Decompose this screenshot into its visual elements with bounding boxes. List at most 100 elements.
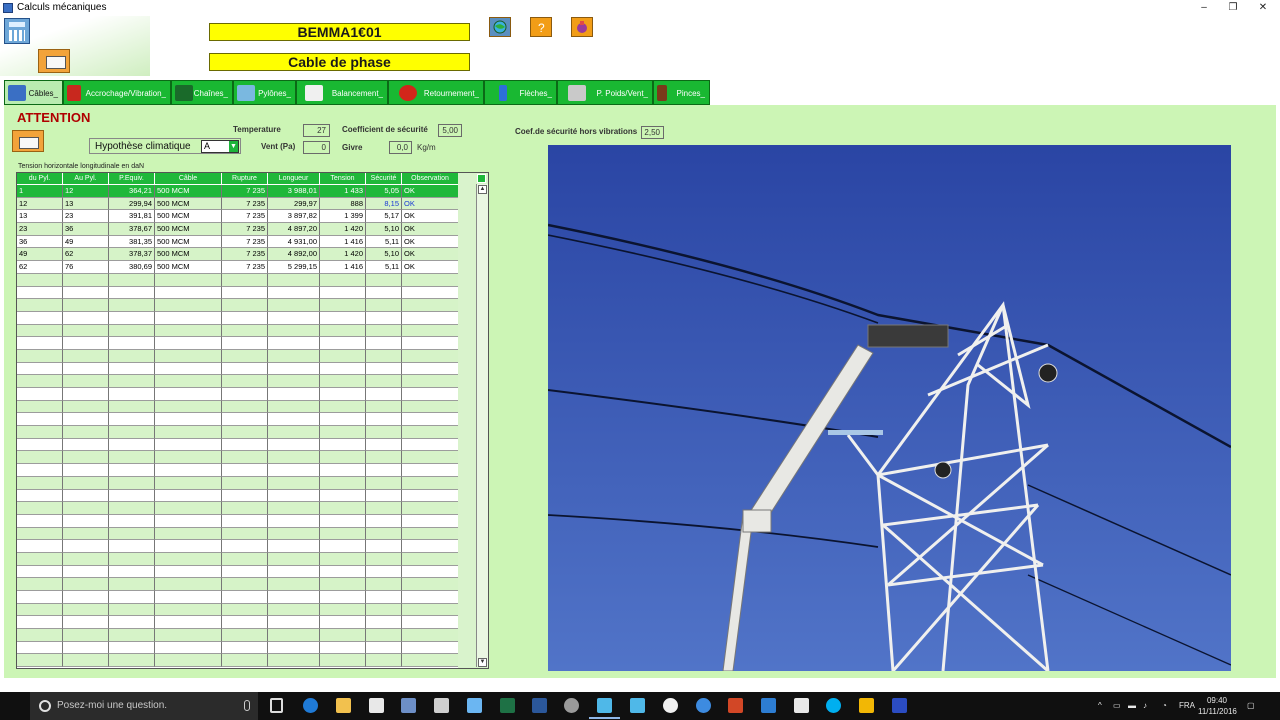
table-cell[interactable] [17, 552, 63, 566]
table-cell[interactable] [402, 451, 459, 465]
volume-icon[interactable]: ♪ [1143, 701, 1147, 710]
table-cell[interactable] [366, 299, 402, 312]
table-cell[interactable] [109, 616, 155, 630]
table-cell[interactable] [109, 641, 155, 655]
coef-securite-field[interactable]: 5,00 [438, 124, 462, 137]
table-cell[interactable] [17, 616, 63, 630]
store-icon[interactable] [369, 698, 384, 713]
table-cell[interactable] [268, 311, 320, 325]
table-cell[interactable] [17, 603, 63, 617]
table-cell[interactable] [63, 629, 109, 642]
table-cell[interactable]: 3 988,01 [268, 185, 320, 198]
microphone-icon[interactable] [244, 700, 250, 711]
table-cell[interactable] [320, 552, 366, 566]
table-cell[interactable] [222, 299, 268, 312]
table-cell[interactable]: 4 897,20 [268, 223, 320, 236]
table-cell[interactable] [320, 578, 366, 591]
app-icon-3[interactable] [564, 698, 579, 713]
table-cell[interactable] [366, 552, 402, 566]
table-cell[interactable]: 23 [17, 223, 63, 236]
table-cell[interactable] [63, 388, 109, 401]
table-cell[interactable] [268, 362, 320, 376]
table-cell[interactable] [17, 464, 63, 477]
table-cell[interactable] [222, 324, 268, 338]
table-cell[interactable] [222, 464, 268, 477]
table-cell[interactable] [320, 540, 366, 553]
table-cell[interactable]: 500 MCM [155, 210, 222, 224]
table-cell[interactable] [17, 527, 63, 541]
table-row[interactable] [17, 616, 459, 630]
table-cell[interactable] [63, 400, 109, 414]
table-cell[interactable] [268, 273, 320, 287]
table-cell[interactable] [402, 337, 459, 350]
table-cell[interactable] [320, 299, 366, 312]
table-cell[interactable] [109, 362, 155, 376]
table-cell[interactable] [268, 286, 320, 300]
table-cell[interactable] [63, 540, 109, 553]
table-cell[interactable] [109, 299, 155, 312]
table-cell[interactable] [320, 400, 366, 414]
table-cell[interactable] [63, 502, 109, 515]
table-cell[interactable] [155, 540, 222, 553]
table-cell[interactable] [109, 324, 155, 338]
tab-chaines[interactable]: Chaînes_ [171, 80, 233, 105]
table-cell[interactable] [222, 591, 268, 604]
table-cell[interactable] [366, 616, 402, 630]
table-row[interactable]: 36 49 381,35 500 MCM 7 235 4 931,00 1 416 5,11 O… [17, 235, 459, 249]
table-cell[interactable] [366, 375, 402, 388]
table-cell[interactable] [268, 565, 320, 579]
table-row[interactable] [17, 489, 459, 503]
table-cell[interactable] [268, 400, 320, 414]
table-row[interactable] [17, 514, 459, 528]
table-cell[interactable]: 23 [63, 210, 109, 224]
table-cell[interactable] [268, 464, 320, 477]
table-cell[interactable] [63, 591, 109, 604]
table-cell[interactable] [366, 540, 402, 553]
table-cell[interactable] [320, 286, 366, 300]
table-row[interactable] [17, 591, 459, 604]
table-cell[interactable] [109, 578, 155, 591]
table-cell[interactable] [402, 591, 459, 604]
table-cell[interactable] [366, 286, 402, 300]
table-cell[interactable] [155, 299, 222, 312]
table-row[interactable] [17, 413, 459, 427]
table-cell[interactable] [366, 565, 402, 579]
table-cell[interactable] [320, 311, 366, 325]
table-cell[interactable] [320, 654, 366, 668]
table-cell[interactable]: 1 [17, 185, 63, 198]
table-cell[interactable]: 5,17 [366, 210, 402, 224]
table-cell[interactable] [17, 299, 63, 312]
table-cell[interactable]: 500 MCM [155, 261, 222, 274]
table-cell[interactable] [17, 349, 63, 363]
table-cell[interactable] [63, 426, 109, 439]
table-cell[interactable] [109, 591, 155, 604]
table-cell[interactable] [109, 337, 155, 350]
table-cell[interactable]: 7 235 [222, 185, 268, 198]
table-cell[interactable] [320, 591, 366, 604]
table-cell[interactable] [155, 565, 222, 579]
powerpoint-icon[interactable] [728, 698, 743, 713]
table-row[interactable] [17, 324, 459, 338]
globe-icon[interactable] [489, 17, 511, 37]
temperature-field[interactable]: 27 [303, 124, 330, 137]
table-cell[interactable] [320, 464, 366, 477]
table-cell[interactable] [402, 578, 459, 591]
table-cell[interactable]: OK [402, 223, 459, 236]
table-cell[interactable]: 36 [17, 235, 63, 249]
table-cell[interactable] [402, 400, 459, 414]
table-cell[interactable] [17, 311, 63, 325]
calculator-icon[interactable] [4, 18, 30, 44]
table-cell[interactable]: 500 MCM [155, 235, 222, 249]
table-cell[interactable] [222, 527, 268, 541]
table-cell[interactable] [402, 629, 459, 642]
table-cell[interactable] [17, 476, 63, 490]
table-cell[interactable]: 5,11 [366, 235, 402, 249]
table-cell[interactable] [222, 362, 268, 376]
table-cell[interactable] [222, 273, 268, 287]
table-cell[interactable] [109, 464, 155, 477]
table-cell[interactable] [155, 578, 222, 591]
table-cell[interactable] [63, 349, 109, 363]
table-cell[interactable] [366, 514, 402, 528]
search-box[interactable]: Posez-moi une question. [30, 692, 258, 720]
table-cell[interactable] [17, 362, 63, 376]
